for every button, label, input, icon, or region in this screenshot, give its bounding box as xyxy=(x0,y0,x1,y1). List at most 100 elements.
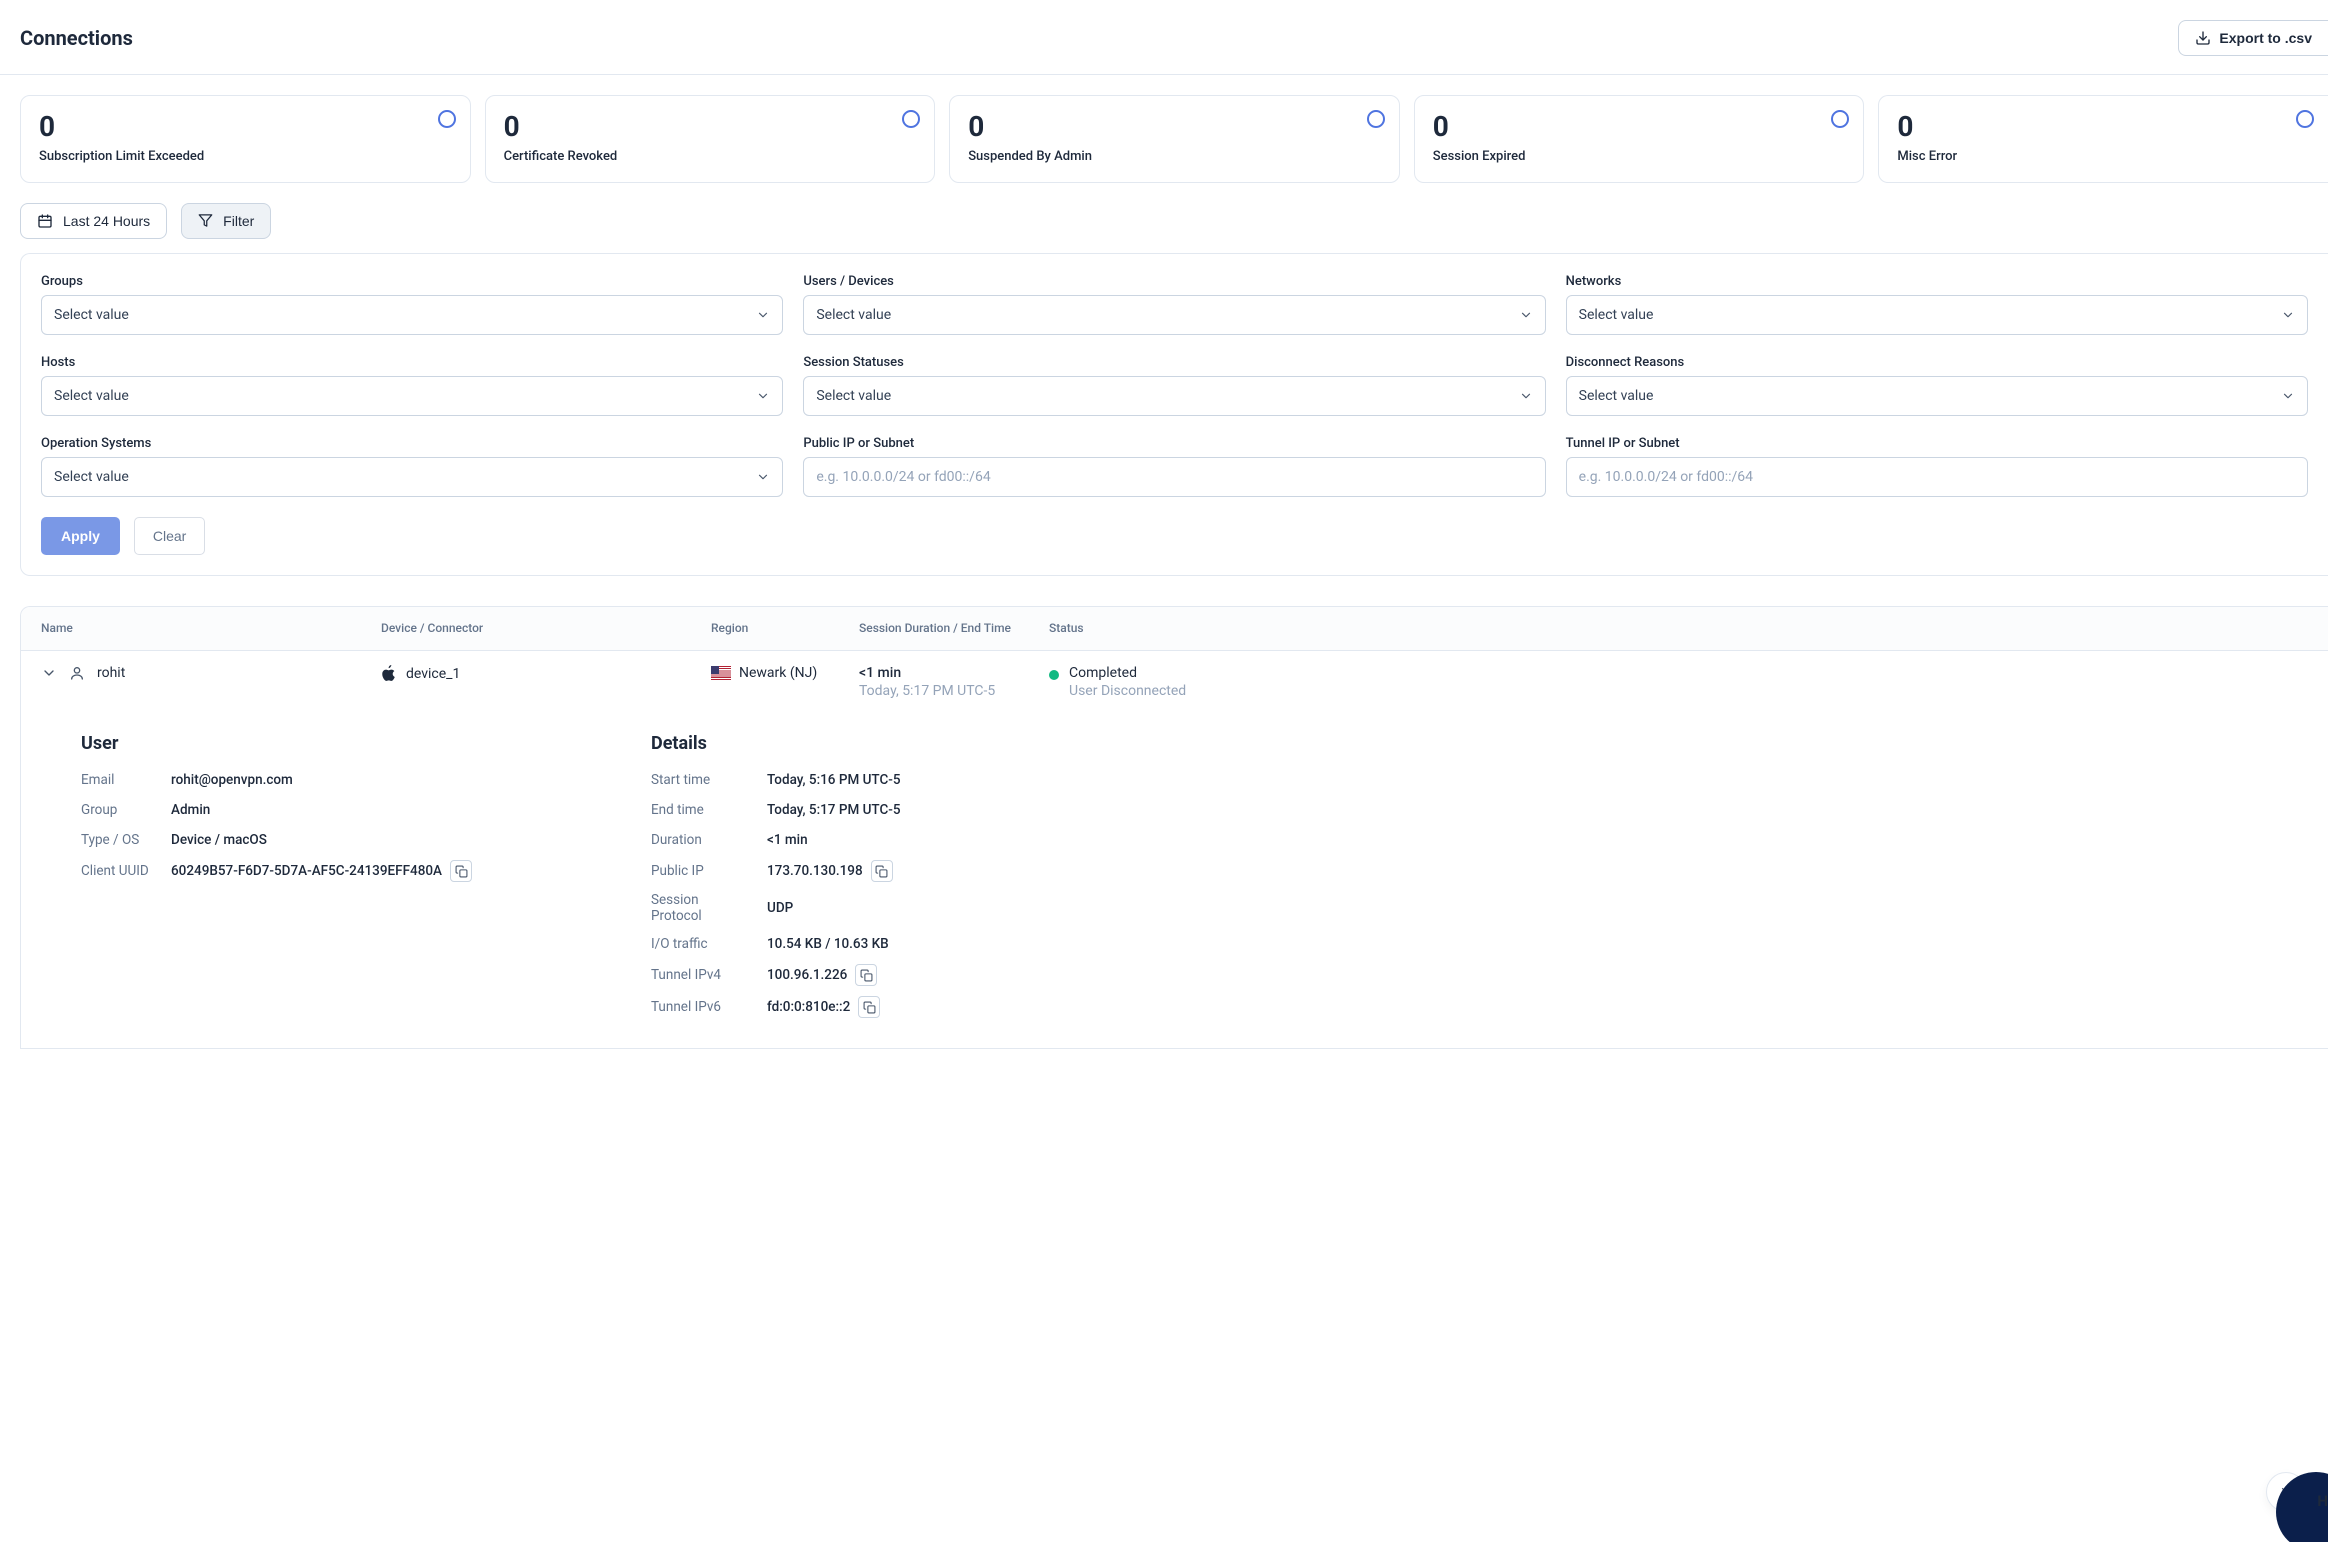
details-duration-label: Duration xyxy=(651,832,749,848)
details-duration-value: <1 min xyxy=(767,832,808,848)
stat-label: Misc Error xyxy=(1897,149,2310,164)
apply-button[interactable]: Apply xyxy=(41,517,120,555)
user-group-value: Admin xyxy=(171,802,210,818)
chevron-down-icon xyxy=(1519,308,1533,322)
copy-uuid-button[interactable] xyxy=(450,860,472,882)
select-placeholder: Select value xyxy=(1579,307,1654,323)
table-row[interactable]: rohit device_1 Newark (NJ) <1 min Today,… xyxy=(21,651,2328,713)
user-email-value: rohit@openvpn.com xyxy=(171,772,293,788)
copy-tunnel4-button[interactable] xyxy=(855,964,877,986)
details-end-value: Today, 5:17 PM UTC-5 xyxy=(767,802,901,818)
ring-chart-icon xyxy=(902,110,920,128)
copy-tunnel6-button[interactable] xyxy=(858,996,880,1018)
chevron-down-icon[interactable] xyxy=(41,665,57,681)
details-tunnel4-label: Tunnel IPv4 xyxy=(651,967,749,983)
filter-groups-label: Groups xyxy=(41,274,783,289)
ring-chart-icon xyxy=(438,110,456,128)
filter-reasons-label: Disconnect Reasons xyxy=(1566,355,2308,370)
stat-value: 0 xyxy=(968,112,1381,143)
user-uuid-value: 60249B57-F6D7-5D7A-AF5C-24139EFF480A xyxy=(171,863,442,879)
details-protocol-label: Session Protocol xyxy=(651,892,749,924)
ring-chart-icon xyxy=(2296,110,2314,128)
chevron-down-icon xyxy=(1519,389,1533,403)
row-session-endtime: Today, 5:17 PM UTC-5 xyxy=(859,683,1049,699)
filter-publicip-input[interactable] xyxy=(803,457,1545,497)
filter-publicip-label: Public IP or Subnet xyxy=(803,436,1545,451)
stat-label: Certificate Revoked xyxy=(504,149,917,164)
user-type-value: Device / macOS xyxy=(171,832,267,848)
row-device: device_1 xyxy=(406,666,460,682)
details-io-value: 10.54 KB / 10.63 KB xyxy=(767,936,889,952)
apple-icon xyxy=(381,665,396,682)
user-icon xyxy=(69,665,85,681)
user-type-label: Type / OS xyxy=(81,832,153,848)
stat-label: Suspended By Admin xyxy=(968,149,1381,164)
download-icon xyxy=(2195,30,2211,46)
details-tunnel6-value: fd:0:0:810e::2 xyxy=(767,999,850,1015)
details-start-label: Start time xyxy=(651,772,749,788)
chat-bubble-label: H xyxy=(2317,1492,2328,1510)
details-protocol-value: UDP xyxy=(767,900,793,916)
filter-networks-select[interactable]: Select value xyxy=(1566,295,2308,335)
copy-publicip-button[interactable] xyxy=(871,860,893,882)
copy-icon xyxy=(875,865,888,878)
filter-panel: Groups Select value Users / Devices Sele… xyxy=(20,253,2328,576)
stat-card-subscription-limit[interactable]: 0 Subscription Limit Exceeded xyxy=(20,95,471,183)
ring-chart-icon xyxy=(1367,110,1385,128)
filter-groups-select[interactable]: Select value xyxy=(41,295,783,335)
stat-value: 0 xyxy=(504,112,917,143)
filter-os-label: Operation Systems xyxy=(41,436,783,451)
row-status-reason: User Disconnected xyxy=(1069,683,1186,699)
copy-icon xyxy=(863,1001,876,1014)
filter-icon xyxy=(198,213,213,228)
stat-card-session-expired[interactable]: 0 Session Expired xyxy=(1414,95,1865,183)
stat-label: Session Expired xyxy=(1433,149,1846,164)
th-device: Device / Connector xyxy=(381,621,711,637)
filter-reasons-select[interactable]: Select value xyxy=(1566,376,2308,416)
clear-button[interactable]: Clear xyxy=(134,517,205,555)
select-placeholder: Select value xyxy=(1579,388,1654,404)
filter-label: Filter xyxy=(223,213,254,229)
details-section-title: Details xyxy=(651,733,2308,754)
filter-users-label: Users / Devices xyxy=(803,274,1545,289)
filter-tunnelip-label: Tunnel IP or Subnet xyxy=(1566,436,2308,451)
export-csv-button[interactable]: Export to .csv xyxy=(2178,20,2328,56)
status-dot-icon xyxy=(1049,670,1059,680)
details-tunnel4-value: 100.96.1.226 xyxy=(767,967,847,983)
chevron-down-icon xyxy=(756,470,770,484)
select-placeholder: Select value xyxy=(816,307,891,323)
us-flag-icon xyxy=(711,666,731,680)
filter-statuses-label: Session Statuses xyxy=(803,355,1545,370)
chevron-down-icon xyxy=(756,308,770,322)
stat-card-misc-error[interactable]: 0 Misc Error xyxy=(1878,95,2328,183)
stat-card-suspended-by-admin[interactable]: 0 Suspended By Admin xyxy=(949,95,1400,183)
stat-card-certificate-revoked[interactable]: 0 Certificate Revoked xyxy=(485,95,936,183)
stat-value: 0 xyxy=(1897,112,2310,143)
select-placeholder: Select value xyxy=(54,469,129,485)
copy-icon xyxy=(455,865,468,878)
row-session-duration: <1 min xyxy=(859,665,1049,681)
filter-os-select[interactable]: Select value xyxy=(41,457,783,497)
chevron-down-icon xyxy=(2281,308,2295,322)
ring-chart-icon xyxy=(1831,110,1849,128)
filter-tunnelip-input[interactable] xyxy=(1566,457,2308,497)
filter-statuses-select[interactable]: Select value xyxy=(803,376,1545,416)
row-region: Newark (NJ) xyxy=(739,665,817,681)
timerange-label: Last 24 Hours xyxy=(63,213,150,229)
row-status: Completed xyxy=(1069,665,1186,681)
filter-users-select[interactable]: Select value xyxy=(803,295,1545,335)
calendar-icon xyxy=(37,213,53,229)
user-uuid-label: Client UUID xyxy=(81,863,153,879)
th-session: Session Duration / End Time xyxy=(859,621,1049,637)
stat-cards-row: 0 Subscription Limit Exceeded 0 Certific… xyxy=(0,75,2328,203)
select-placeholder: Select value xyxy=(54,307,129,323)
filter-hosts-select[interactable]: Select value xyxy=(41,376,783,416)
th-region: Region xyxy=(711,621,859,637)
export-csv-label: Export to .csv xyxy=(2219,30,2312,46)
row-name: rohit xyxy=(97,665,125,681)
copy-icon xyxy=(860,969,873,982)
page-title: Connections xyxy=(20,26,133,50)
th-name: Name xyxy=(41,621,381,637)
timerange-button[interactable]: Last 24 Hours xyxy=(20,203,167,239)
filter-button[interactable]: Filter xyxy=(181,203,271,239)
